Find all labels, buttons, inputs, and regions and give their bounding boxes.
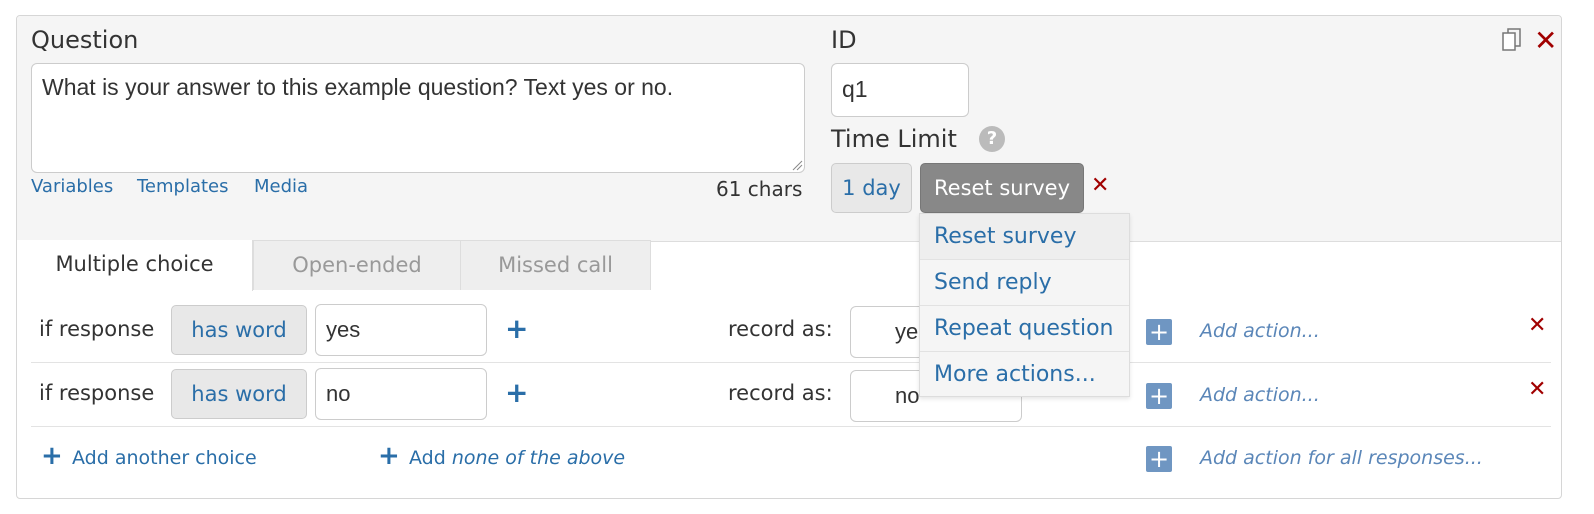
resize-handle-icon[interactable] — [791, 159, 803, 171]
tab-missed-call[interactable]: Missed call — [460, 240, 651, 290]
question-header-section: Question What is your answer to this exa… — [17, 16, 1561, 242]
add-word-plus-icon[interactable]: + — [505, 376, 528, 409]
add-all-plus-icon[interactable]: + — [1146, 446, 1172, 472]
choice-row: if response has word no + record as: no … — [31, 362, 1551, 427]
record-as-label: record as: — [728, 381, 833, 405]
add-action-link[interactable]: Add action... — [1200, 384, 1320, 406]
add-none-plus-icon[interactable]: + — [378, 441, 400, 471]
add-action-link[interactable]: Add action... — [1200, 320, 1320, 342]
variables-link[interactable]: Variables — [31, 176, 113, 197]
question-card: Question What is your answer to this exa… — [16, 15, 1562, 499]
question-label: Question — [31, 26, 139, 54]
add-choice-plus-icon[interactable]: + — [41, 441, 63, 471]
add-action-plus-icon[interactable]: + — [1146, 319, 1172, 345]
question-textarea[interactable]: What is your answer to this example ques… — [31, 63, 805, 173]
tab-open-ended[interactable]: Open-ended — [253, 240, 461, 290]
time-limit-duration-button[interactable]: 1 day — [831, 163, 912, 213]
record-as-label: record as: — [728, 317, 833, 341]
add-none-italic: none of the above — [451, 447, 626, 469]
add-none-label[interactable]: Add none of the above — [409, 447, 625, 469]
menu-item-send-reply[interactable]: Send reply — [920, 260, 1129, 306]
id-input[interactable]: q1 — [831, 63, 969, 117]
if-response-label: if response — [39, 381, 155, 405]
word-input[interactable]: yes — [315, 304, 487, 356]
remove-choice-icon[interactable]: ✕ — [1528, 377, 1546, 402]
add-none-prefix: Add — [409, 447, 446, 469]
char-count: 61 chars — [716, 177, 803, 201]
menu-item-more-actions[interactable]: More actions... — [920, 352, 1129, 398]
menu-item-repeat-question[interactable]: Repeat question — [920, 306, 1129, 352]
copy-icon[interactable] — [1502, 28, 1522, 52]
if-response-label: if response — [39, 317, 155, 341]
add-word-plus-icon[interactable]: + — [505, 312, 528, 345]
add-action-plus-icon[interactable]: + — [1146, 383, 1172, 409]
choice-row: if response has word yes + record as: ye… — [31, 298, 1551, 363]
matcher-button[interactable]: has word — [171, 305, 307, 355]
media-link[interactable]: Media — [254, 176, 308, 197]
add-another-choice-label[interactable]: Add another choice — [72, 447, 257, 469]
word-input[interactable]: no — [315, 368, 487, 420]
help-icon[interactable]: ? — [979, 126, 1005, 152]
time-limit-action-button[interactable]: Reset survey — [920, 163, 1084, 213]
tab-multiple-choice[interactable]: Multiple choice — [17, 240, 253, 291]
templates-link[interactable]: Templates — [137, 176, 229, 197]
close-icon[interactable]: ✕ — [1534, 24, 1557, 57]
time-limit-label: Time Limit — [831, 125, 957, 153]
remove-choice-icon[interactable]: ✕ — [1528, 313, 1546, 338]
time-limit-remove-icon[interactable]: ✕ — [1091, 173, 1109, 198]
matcher-button[interactable]: has word — [171, 369, 307, 419]
add-action-all-link[interactable]: Add action for all responses... — [1200, 447, 1483, 469]
id-label: ID — [831, 26, 857, 54]
menu-item-reset-survey[interactable]: Reset survey — [920, 214, 1129, 260]
time-limit-action-dropdown: Reset survey Send reply Repeat question … — [919, 213, 1130, 397]
